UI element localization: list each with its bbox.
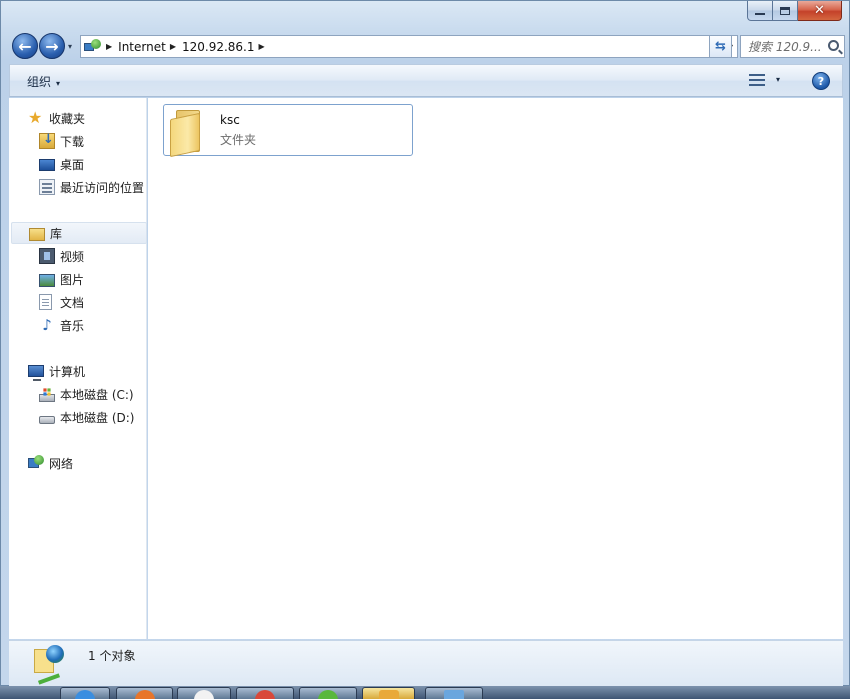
sidebar-item-music[interactable]: ♪ 音乐	[39, 314, 84, 336]
folder-item[interactable]: ksc 文件夹	[163, 104, 413, 158]
navigation-bar: ← → ▾ ▶ Internet ▶ 120.92.86.1 ▶ ▾ ⇆ 搜索 …	[11, 32, 845, 60]
sidebar-item-label: 图片	[60, 272, 85, 287]
organize-label: 组织	[27, 75, 52, 89]
taskbar-chrome-button[interactable]	[177, 687, 231, 699]
close-icon: ✕	[814, 3, 825, 18]
help-button[interactable]: ?	[812, 72, 830, 90]
sidebar-item-computer[interactable]: 计算机	[28, 360, 85, 382]
download-icon	[39, 132, 55, 149]
address-bar[interactable]: ▶ Internet ▶ 120.92.86.1 ▶ ▾	[80, 35, 738, 58]
search-box[interactable]: 搜索 120.9...	[740, 35, 845, 58]
sidebar-item-label: 本地磁盘 (D:)	[60, 410, 135, 425]
command-bar: 组织 ▾ ▾ ?	[9, 64, 843, 97]
organize-button[interactable]: 组织 ▾	[27, 73, 60, 90]
browser-icon	[134, 690, 155, 699]
minimize-icon	[755, 12, 765, 15]
item-count: 1 个对象	[88, 649, 136, 663]
minimize-button[interactable]	[747, 1, 773, 21]
forward-button[interactable]: →	[39, 33, 65, 59]
music-icon: ♪	[42, 316, 52, 334]
sidebar-item-label: 计算机	[49, 364, 86, 379]
sidebar-item-label: 最近访问的位置	[60, 180, 145, 195]
folder-type: 文件夹	[220, 133, 257, 147]
maximize-button[interactable]	[773, 1, 798, 21]
internet-explorer-icon	[75, 690, 95, 699]
sidebar-item-label: 视频	[60, 249, 85, 264]
sidebar-item-libraries[interactable]: 库	[11, 222, 147, 244]
sidebar-item-pictures[interactable]: 图片	[39, 268, 84, 290]
sidebar-item-videos[interactable]: 视频	[39, 245, 84, 267]
caption-buttons: ✕	[747, 1, 842, 21]
video-icon	[39, 248, 55, 264]
explorer-icon	[378, 690, 399, 699]
breadcrumb-separator[interactable]: ▶	[259, 42, 265, 51]
sidebar-item-label: 桌面	[60, 157, 85, 172]
taskbar-app-button[interactable]	[236, 687, 294, 699]
network-globe-icon	[84, 38, 102, 55]
breadcrumb-internet[interactable]: Internet	[118, 40, 166, 54]
breadcrumb-separator[interactable]: ▶	[106, 42, 112, 51]
desktop-icon	[39, 159, 55, 171]
sidebar-item-label: 文档	[60, 295, 85, 310]
wechat-icon	[318, 690, 338, 699]
sidebar-item-downloads[interactable]: 下载	[39, 130, 84, 152]
folder-icon	[170, 108, 210, 158]
views-icon[interactable]	[749, 73, 765, 87]
sidebar-item-desktop[interactable]: 桌面	[39, 153, 84, 175]
sidebar-item-label: 本地磁盘 (C:)	[60, 387, 134, 402]
library-icon	[29, 227, 45, 241]
sidebar-item-network[interactable]: 网络	[28, 452, 73, 474]
taskbar-wechat-button[interactable]	[299, 687, 357, 699]
chevron-down-icon: ▾	[56, 79, 61, 88]
search-input[interactable]: 搜索 120.9...	[748, 38, 824, 55]
maximize-icon	[780, 6, 790, 15]
sidebar-item-label: 网络	[49, 456, 74, 471]
sidebar-item-recent-places[interactable]: 最近访问的位置	[39, 176, 144, 198]
file-list: ksc 文件夹	[148, 98, 843, 639]
back-button[interactable]: ←	[12, 33, 38, 59]
arrow-left-icon: ←	[18, 36, 32, 56]
breadcrumb-separator[interactable]: ▶	[170, 42, 176, 51]
sidebar-item-label: 收藏夹	[49, 111, 86, 126]
taskbar	[0, 686, 850, 699]
breadcrumb-host[interactable]: 120.92.86.1	[182, 40, 255, 54]
chrome-icon	[194, 690, 214, 699]
sidebar-item-label: 音乐	[60, 318, 85, 333]
recent-pages-dropdown[interactable]: ▾	[68, 42, 72, 51]
explorer-window: ✕ ← → ▾ ▶ Internet ▶ 120.92.86.1 ▶ ▾ ⇆ 搜…	[0, 0, 850, 687]
taskbar-remote-button[interactable]	[425, 687, 483, 699]
details-pane: 1 个对象	[9, 640, 843, 687]
network-icon	[28, 455, 44, 471]
remote-desktop-icon	[444, 690, 464, 699]
folder-name: ksc	[220, 113, 240, 127]
app-icon	[255, 690, 275, 699]
document-icon	[39, 294, 52, 310]
close-button[interactable]: ✕	[798, 1, 842, 21]
star-icon: ★	[28, 108, 43, 127]
drive-c-icon	[39, 393, 55, 402]
sidebar-item-documents[interactable]: 文档	[39, 291, 84, 313]
sidebar-item-label: 库	[50, 226, 63, 241]
sidebar-item-drive-c[interactable]: 本地磁盘 (C:)	[39, 383, 134, 405]
taskbar-firefox-button[interactable]	[116, 687, 173, 699]
recent-places-icon	[39, 179, 55, 195]
search-icon[interactable]	[828, 40, 839, 51]
views-dropdown[interactable]: ▾	[776, 75, 780, 84]
refresh-button[interactable]: ⇆	[709, 35, 732, 58]
drive-d-icon	[39, 416, 55, 424]
help-icon: ?	[817, 74, 825, 88]
navigation-pane: ★ 收藏夹 下载 桌面 最近访问的位置 库 视频 图片 文档	[9, 98, 147, 639]
network-location-icon	[34, 645, 66, 685]
picture-icon	[39, 273, 55, 287]
sidebar-item-drive-d[interactable]: 本地磁盘 (D:)	[39, 406, 134, 428]
refresh-icon: ⇆	[715, 39, 726, 54]
computer-icon	[28, 365, 44, 381]
arrow-right-icon: →	[45, 36, 59, 56]
taskbar-ie-button[interactable]	[60, 687, 110, 699]
taskbar-explorer-button[interactable]	[362, 687, 415, 699]
sidebar-item-label: 下载	[60, 134, 85, 149]
sidebar-item-favorites[interactable]: ★ 收藏夹	[28, 107, 85, 129]
